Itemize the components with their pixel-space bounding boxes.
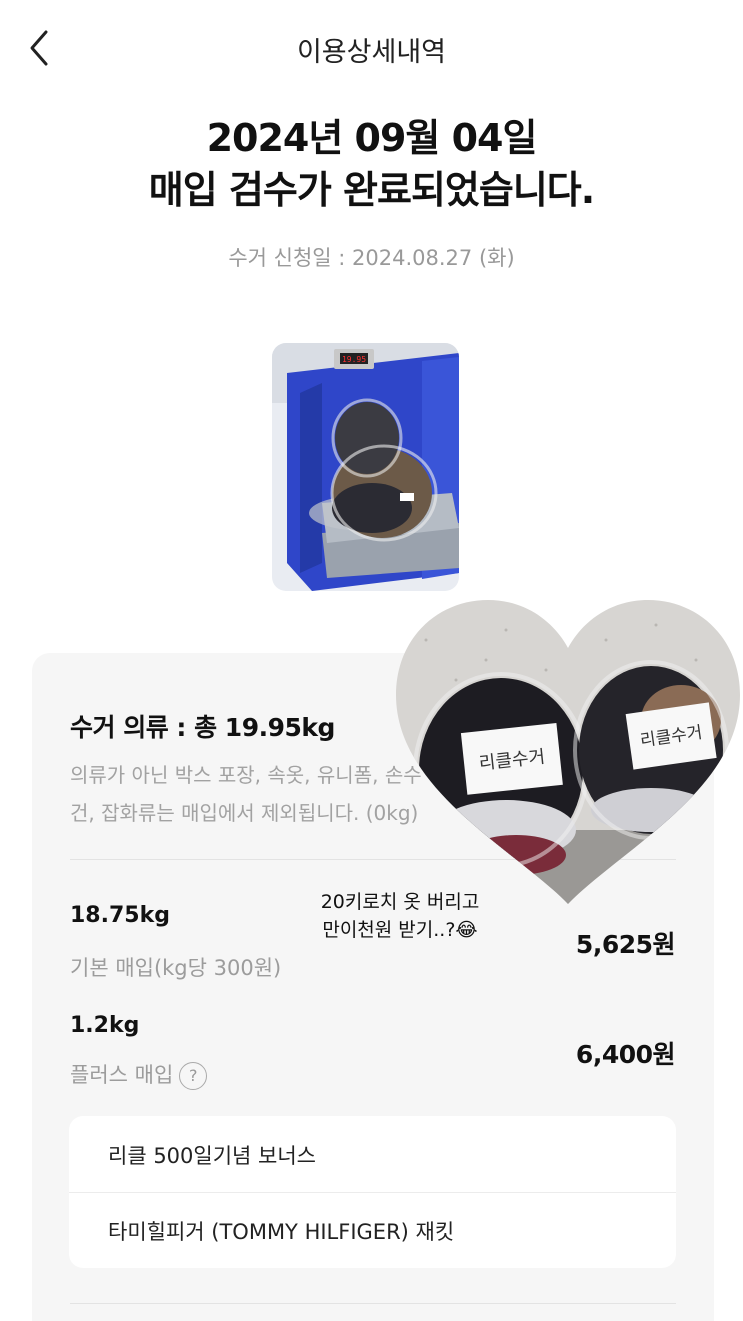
heart-sticker-photo: 리클수거 리클수거 <box>396 600 740 906</box>
plus-label: 플러스 매입 <box>70 1063 174 1087</box>
help-icon[interactable]: ? <box>179 1062 208 1090</box>
handwritten-caption: 20키로치 옷 버리고 만이천원 받기..?😂 <box>300 888 500 944</box>
basic-weight: 18.75kg <box>70 903 170 928</box>
completion-headline: 2024년 09월 04일 매입 검수가 완료되었습니다. <box>0 112 743 216</box>
basic-amount: 5,625원 <box>575 930 676 959</box>
collected-weight-title: 수거 의류 : 총 19.95kg <box>70 713 335 742</box>
plus-amount: 6,400원 <box>575 1040 676 1069</box>
caption-line-2: 만이천원 받기..?😂 <box>322 919 478 941</box>
headline-message: 매입 검수가 완료되었습니다. <box>148 168 595 212</box>
page-title: 이용상세내역 <box>296 37 447 68</box>
list-item: 타미힐피거 (TOMMY HILFIGER) 재킷 <box>108 1220 455 1244</box>
divider <box>70 1303 676 1304</box>
weighing-photo: 19.95 <box>272 343 459 591</box>
exclusion-note: 의류가 아닌 박스 포장, 속옷, 유니폼, 손수건, 잡화류는 매입에서 제외… <box>70 763 422 825</box>
scale-readout: 19.95 <box>342 355 366 364</box>
request-date: 수거 신청일 : 2024.08.27 (화) <box>228 246 515 270</box>
caption-line-1: 20키로치 옷 버리고 <box>320 891 480 913</box>
divider <box>69 1192 676 1193</box>
basic-label: 기본 매입(kg당 300원) <box>70 956 282 980</box>
headline-date: 2024년 09월 04일 <box>206 116 538 160</box>
list-item: 리클 500일기념 보너스 <box>108 1144 316 1168</box>
plus-label-row: 플러스 매입? <box>70 1059 208 1090</box>
plus-weight: 1.2kg <box>70 1013 140 1038</box>
top-bar: 이용상세내역 <box>0 0 743 96</box>
plus-items-list: 리클 500일기념 보너스 타미힐피거 (TOMMY HILFIGER) 재킷 <box>69 1116 676 1268</box>
